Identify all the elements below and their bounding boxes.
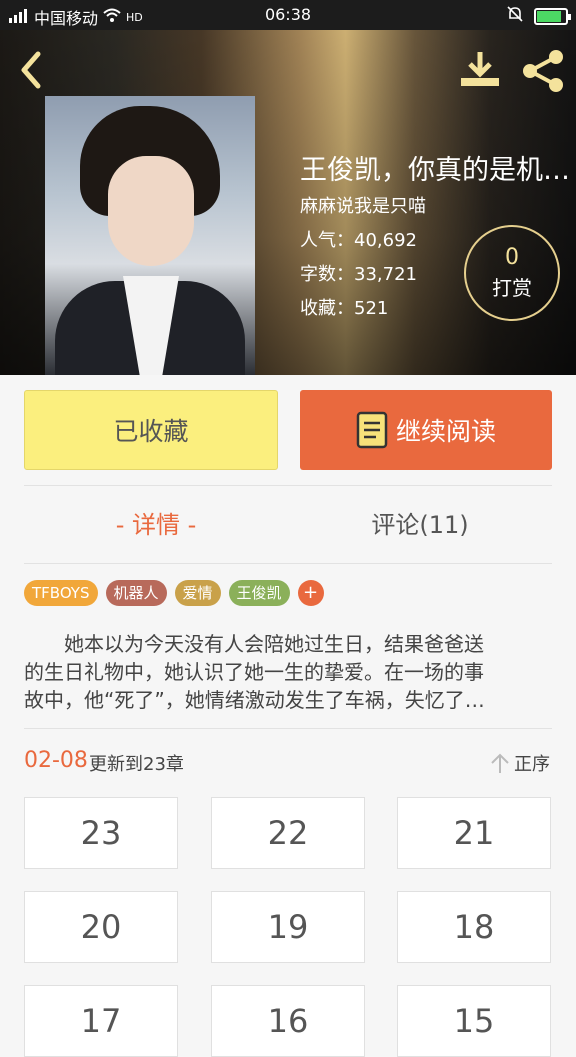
status-time: 06:38 (264, 5, 312, 24)
divider (24, 485, 552, 486)
book-header: 王俊凯，你真的是机… 麻麻说我是只喵 人气：40,692 字数：33,721 收… (0, 30, 576, 375)
reward-label: 打赏 (492, 276, 532, 300)
tag-robot[interactable]: 机器人 (105, 580, 167, 606)
book-summary[interactable]: 她本以为今天没有人会陪她过生日，结果爸爸送 的生日礼物中，她认识了她一生的挚爱。… (24, 630, 552, 714)
collected-button[interactable]: 已收藏 (24, 390, 278, 470)
popularity-value: 40,692 (354, 230, 417, 251)
word-count-stat: 字数：33,721 (300, 260, 417, 286)
chapter-button[interactable]: 17 (24, 985, 178, 1057)
favorites-stat: 收藏：521 (300, 294, 388, 320)
sort-order-button[interactable]: 正序 (490, 750, 550, 776)
continue-reading-button[interactable]: 继续阅读 (300, 390, 552, 470)
chapter-button[interactable]: 22 (211, 797, 365, 869)
tab-comments[interactable]: 评论(11) (288, 505, 552, 545)
update-text: 更新到23章 (89, 754, 184, 775)
tag-list: TFBOYS 机器人 爱情 王俊凯 + (24, 580, 324, 606)
silent-bell-icon (506, 5, 524, 27)
chapter-button[interactable]: 19 (211, 891, 365, 963)
summary-line: 故中，他“死了”，她情绪激动发生了车祸，失忆了… (24, 688, 485, 712)
divider (24, 728, 552, 729)
tab-detail[interactable]: - 详情 - (24, 505, 288, 545)
word-count-value: 33,721 (354, 264, 417, 285)
reward-button[interactable]: 0 打赏 (464, 225, 560, 321)
add-tag-button[interactable]: + (297, 580, 324, 606)
chapter-button[interactable]: 15 (397, 985, 551, 1057)
share-button[interactable] (520, 48, 566, 94)
download-button[interactable] (458, 48, 502, 92)
book-cover-image[interactable] (45, 96, 255, 375)
chapter-button[interactable]: 21 (397, 797, 551, 869)
collected-label: 已收藏 (113, 417, 189, 446)
status-right (506, 5, 571, 27)
divider (24, 563, 552, 564)
tag-wang-junkai[interactable]: 王俊凯 (228, 580, 290, 606)
chapter-button[interactable]: 23 (24, 797, 178, 869)
favorites-label: 收藏： (300, 298, 354, 319)
back-button[interactable] (14, 48, 50, 92)
arrow-up-icon (491, 753, 509, 773)
word-count-label: 字数： (300, 264, 354, 285)
download-icon (461, 52, 499, 86)
summary-line: 的生日礼物中，她认识了她一生的挚爱。在一场的事 (24, 660, 484, 684)
battery-icon (534, 7, 571, 25)
favorites-value: 521 (354, 298, 389, 319)
book-icon (356, 411, 388, 449)
chevron-left-icon (21, 51, 41, 89)
tag-love[interactable]: 爱情 (174, 580, 221, 606)
tag-tfboys[interactable]: TFBOYS (24, 580, 98, 606)
popularity-stat: 人气：40,692 (300, 226, 417, 252)
chapter-button[interactable]: 16 (211, 985, 365, 1057)
reward-count: 0 (505, 245, 519, 270)
book-author: 麻麻说我是只喵 (300, 196, 426, 217)
popularity-label: 人气： (300, 230, 354, 251)
continue-reading-label: 继续阅读 (395, 417, 496, 446)
share-icon (523, 50, 563, 92)
chapter-button[interactable]: 20 (24, 891, 178, 963)
update-date: 02-08 (24, 748, 88, 773)
book-title: 王俊凯，你真的是机… (300, 155, 570, 186)
status-bar: 中国移动 HD 06:38 (0, 0, 576, 30)
summary-line: 她本以为今天没有人会陪她过生日，结果爸爸送 (24, 632, 484, 656)
chapter-button[interactable]: 18 (397, 891, 551, 963)
sort-order-label: 正序 (514, 754, 550, 775)
